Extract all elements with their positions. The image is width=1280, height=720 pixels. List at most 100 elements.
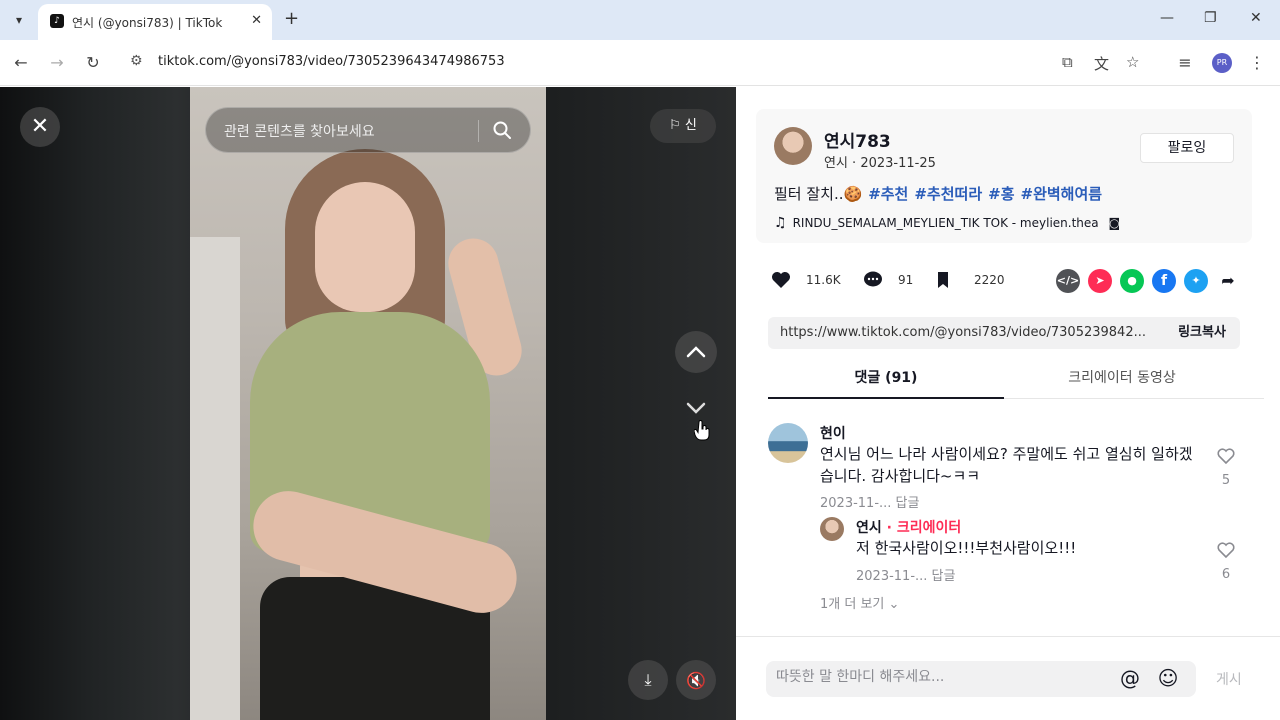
author-avatar[interactable] [774, 127, 812, 165]
music-link[interactable]: ♫ RINDU_SEMALAM_MEYLIEN_TIK TOK - meylien… [774, 215, 1120, 231]
bookmark-icon[interactable] [932, 269, 954, 291]
reply-like[interactable]: 6 [1216, 541, 1236, 582]
restore-icon[interactable]: ❐ [1204, 10, 1217, 26]
more-share-arrow-icon[interactable]: ➦ [1216, 269, 1240, 293]
comment-meta[interactable]: 2023-11-... 답글 [820, 492, 919, 511]
comment-item: 현이 연시님 어느 나라 사람이세요? 주말에도 쉬고 열심히 일하겠습니다. … [768, 421, 1258, 511]
caption-text: 필터 잘치..🍪 [774, 185, 863, 203]
hashtag-link[interactable]: #홍 [988, 185, 1014, 203]
tab-strip: ▾ ♪ 연시 (@yonsi783) | TikTok ✕ + — ❐ ✕ [0, 0, 1280, 40]
comment-stat[interactable]: 91 [862, 269, 913, 291]
address-bar[interactable]: ⚙ tiktok.com/@yonsi783/video/73052396434… [122, 46, 1162, 80]
report-button[interactable]: ⚐ 신 [650, 109, 716, 143]
creator-name[interactable]: 연시 · 크리에이터 [856, 517, 961, 537]
site-settings-icon[interactable]: ⚙ [130, 53, 143, 69]
forward-arrow-icon[interactable]: → [46, 52, 68, 74]
heart-outline-icon[interactable] [1216, 447, 1236, 465]
hand-cursor-icon [694, 420, 710, 441]
heart-outline-icon[interactable] [1216, 541, 1236, 559]
previous-video-button[interactable] [675, 331, 717, 373]
hashtag-link[interactable]: #추천 [868, 185, 908, 203]
creator-avatar[interactable] [820, 517, 844, 541]
profile-avatar[interactable]: PR [1212, 53, 1232, 73]
comment-input-box[interactable]: @ ☺ [766, 661, 1196, 697]
mention-at-icon[interactable]: @ [1118, 666, 1142, 690]
chevron-down-icon [686, 402, 706, 414]
window-close-icon[interactable]: ✕ [1250, 10, 1262, 26]
hashtag-link[interactable]: #추천떠라 [914, 185, 982, 203]
copy-link-button[interactable]: 링크복사 [1164, 317, 1240, 349]
tab-comments[interactable]: 댓글 (91) [768, 363, 1004, 399]
chevron-up-icon [686, 346, 706, 358]
comment-text: 연시님 어느 나라 사람이세요? 주말에도 쉬고 열심히 일하겠습니다. 감사합… [820, 445, 1193, 485]
twitter-share-icon[interactable]: ✦ [1184, 269, 1208, 293]
tab-search-chevron-icon[interactable]: ▾ [8, 9, 30, 31]
bookmark-star-icon[interactable]: ☆ [1126, 53, 1139, 71]
related-search-bar[interactable]: 관련 콘텐츠를 찾아보세요 [205, 107, 531, 153]
video-player[interactable]: ✕ 관련 콘텐츠를 찾아보세요 ⚐ 신 ⤓ 🔇 [0, 87, 736, 720]
line-share-icon[interactable]: ● [1120, 269, 1144, 293]
tab-close-icon[interactable]: ✕ [251, 13, 262, 28]
copy-link-box: https://www.tiktok.com/@yonsi783/video/7… [768, 317, 1240, 349]
video-link-url[interactable]: https://www.tiktok.com/@yonsi783/video/7… [780, 325, 1156, 340]
view-more-replies[interactable]: 1개 더 보기 ⌄ [820, 593, 899, 612]
reply-text: 저 한국사람이오!!!부천사람이오!!! [856, 539, 1077, 557]
search-divider [478, 120, 479, 142]
comment-count: 91 [898, 273, 914, 287]
post-button[interactable]: 게시 [1216, 669, 1242, 689]
commenter-name[interactable]: 현이 [820, 423, 846, 443]
tiktok-favicon-icon: ♪ [50, 14, 64, 28]
mute-icon[interactable]: 🔇 [676, 660, 716, 700]
tab-creator-videos[interactable]: 크리에이터 동영상 [1004, 363, 1240, 398]
reply-user[interactable]: 연시 [856, 520, 882, 536]
reply-item: 연시 · 크리에이터 저 한국사람이오!!!부천사람이오!!! 2023-11-… [820, 515, 1260, 585]
facebook-share-icon[interactable]: f [1152, 269, 1176, 293]
new-tab-button[interactable]: + [284, 9, 299, 29]
video-frame[interactable] [190, 87, 546, 720]
comment-like[interactable]: 5 [1216, 447, 1236, 488]
author-name[interactable]: 연시783 [824, 127, 891, 152]
music-title[interactable]: RINDU_SEMALAM_MEYLIEN_TIK TOK - meylien.… [793, 216, 1099, 230]
heart-icon[interactable] [770, 269, 792, 291]
browser-tab[interactable]: ♪ 연시 (@yonsi783) | TikTok ✕ [38, 4, 272, 40]
install-app-icon[interactable]: ⧉ [1062, 53, 1073, 71]
person-face [315, 182, 415, 312]
video-caption: 필터 잘치..🍪 #추천 #추천떠라 #홍 #완벽해여름 [774, 183, 1102, 204]
music-note-icon: ♫ [774, 215, 787, 231]
reply-meta[interactable]: 2023-11-... 답글 [856, 565, 955, 584]
browser-toolbar: ← → ↻ ⚙ tiktok.com/@yonsi783/video/73052… [0, 40, 1280, 86]
tiktok-share-icon[interactable]: ➤ [1088, 269, 1112, 293]
url-text[interactable]: tiktok.com/@yonsi783/video/7305239643474… [158, 54, 505, 69]
reply-like-count: 6 [1221, 567, 1231, 582]
extensions-menu-icon[interactable]: ≡ [1174, 52, 1196, 74]
comment-input[interactable] [776, 669, 1106, 685]
save-count: 2220 [974, 273, 1005, 287]
related-search-placeholder[interactable]: 관련 콘텐츠를 찾아보세요 [224, 121, 375, 141]
music-cover-icon: ◙ [1108, 216, 1121, 230]
save-stat[interactable]: 2220 [932, 269, 1005, 291]
comment-bubble-icon[interactable] [862, 269, 884, 291]
author-card: 연시783 연시 · 2023-11-25 팔로잉 필터 잘치..🍪 #추천 #추천… [756, 109, 1252, 243]
like-stat[interactable]: 11.6K [770, 269, 841, 291]
embed-code-icon[interactable]: </> [1056, 269, 1080, 293]
comment-input-bar: @ ☺ 게시 [736, 636, 1280, 720]
comment-like-count: 5 [1221, 473, 1231, 488]
author-subline: 연시 · 2023-11-25 [824, 156, 936, 171]
background-door [190, 237, 240, 720]
close-video-button[interactable]: ✕ [20, 107, 60, 147]
hashtag-link[interactable]: #완벽해여름 [1021, 185, 1103, 203]
back-arrow-icon[interactable]: ← [10, 52, 32, 74]
comment-tabs: 댓글 (91) 크리에이터 동영상 [768, 363, 1264, 399]
minimize-icon[interactable]: — [1160, 10, 1174, 26]
emoji-icon[interactable]: ☺ [1156, 666, 1180, 690]
floating-player-icon[interactable]: ⤓ [628, 660, 668, 700]
translate-icon[interactable]: 文 [1094, 53, 1109, 74]
creator-badge: · 크리에이터 [881, 520, 962, 536]
like-count: 11.6K [806, 273, 841, 287]
commenter-avatar[interactable] [768, 423, 808, 463]
reload-icon[interactable]: ↻ [82, 52, 104, 74]
search-icon[interactable] [492, 120, 512, 140]
following-button[interactable]: 팔로잉 [1140, 133, 1234, 163]
details-panel: 연시783 연시 · 2023-11-25 팔로잉 필터 잘치..🍪 #추천 #추천… [736, 87, 1280, 720]
browser-menu-icon[interactable]: ⋮ [1246, 52, 1268, 74]
